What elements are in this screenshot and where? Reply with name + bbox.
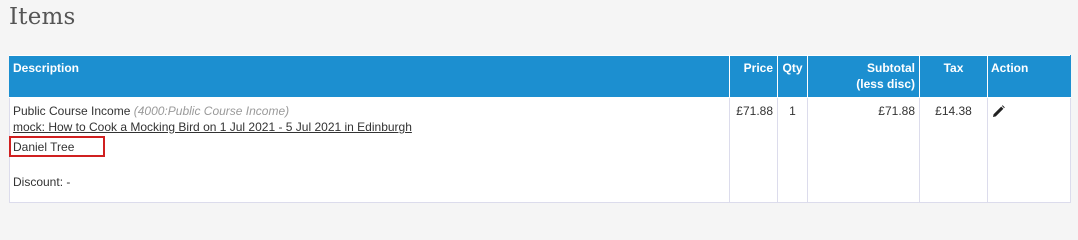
- attendee-name: Daniel Tree: [13, 140, 75, 154]
- cell-description: Public Course Income (4000:Public Course…: [9, 97, 730, 203]
- discount-text: Discount: -: [13, 175, 71, 189]
- attendee-wrapper: Daniel Tree: [9, 136, 105, 157]
- column-header-subtotal-line1: Subtotal: [867, 61, 915, 75]
- item-account: (4000:Public Course Income): [133, 104, 290, 118]
- item-name: Public Course Income: [13, 104, 131, 118]
- items-table: Description Price Qty Subtotal (less dis…: [9, 55, 1071, 203]
- section-title: Items: [9, 4, 76, 30]
- table-row: Public Course Income (4000:Public Course…: [9, 97, 1071, 203]
- cell-tax: £14.38: [919, 97, 988, 203]
- column-header-price: Price: [729, 55, 778, 98]
- cell-price: £71.88: [729, 97, 778, 203]
- column-header-subtotal-line2: (less disc): [856, 77, 915, 91]
- column-header-subtotal: Subtotal (less disc): [807, 55, 920, 98]
- pencil-icon[interactable]: [992, 105, 1005, 122]
- cell-action: [987, 97, 1071, 203]
- column-header-tax: Tax: [919, 55, 988, 98]
- column-header-qty: Qty: [777, 55, 808, 98]
- cell-qty: 1: [777, 97, 808, 203]
- course-link[interactable]: mock: How to Cook a Mocking Bird on 1 Ju…: [13, 120, 412, 134]
- cell-subtotal: £71.88: [807, 97, 920, 203]
- table-header-row: Description Price Qty Subtotal (less dis…: [9, 55, 1071, 98]
- column-header-action: Action: [987, 55, 1071, 98]
- column-header-description: Description: [9, 55, 730, 98]
